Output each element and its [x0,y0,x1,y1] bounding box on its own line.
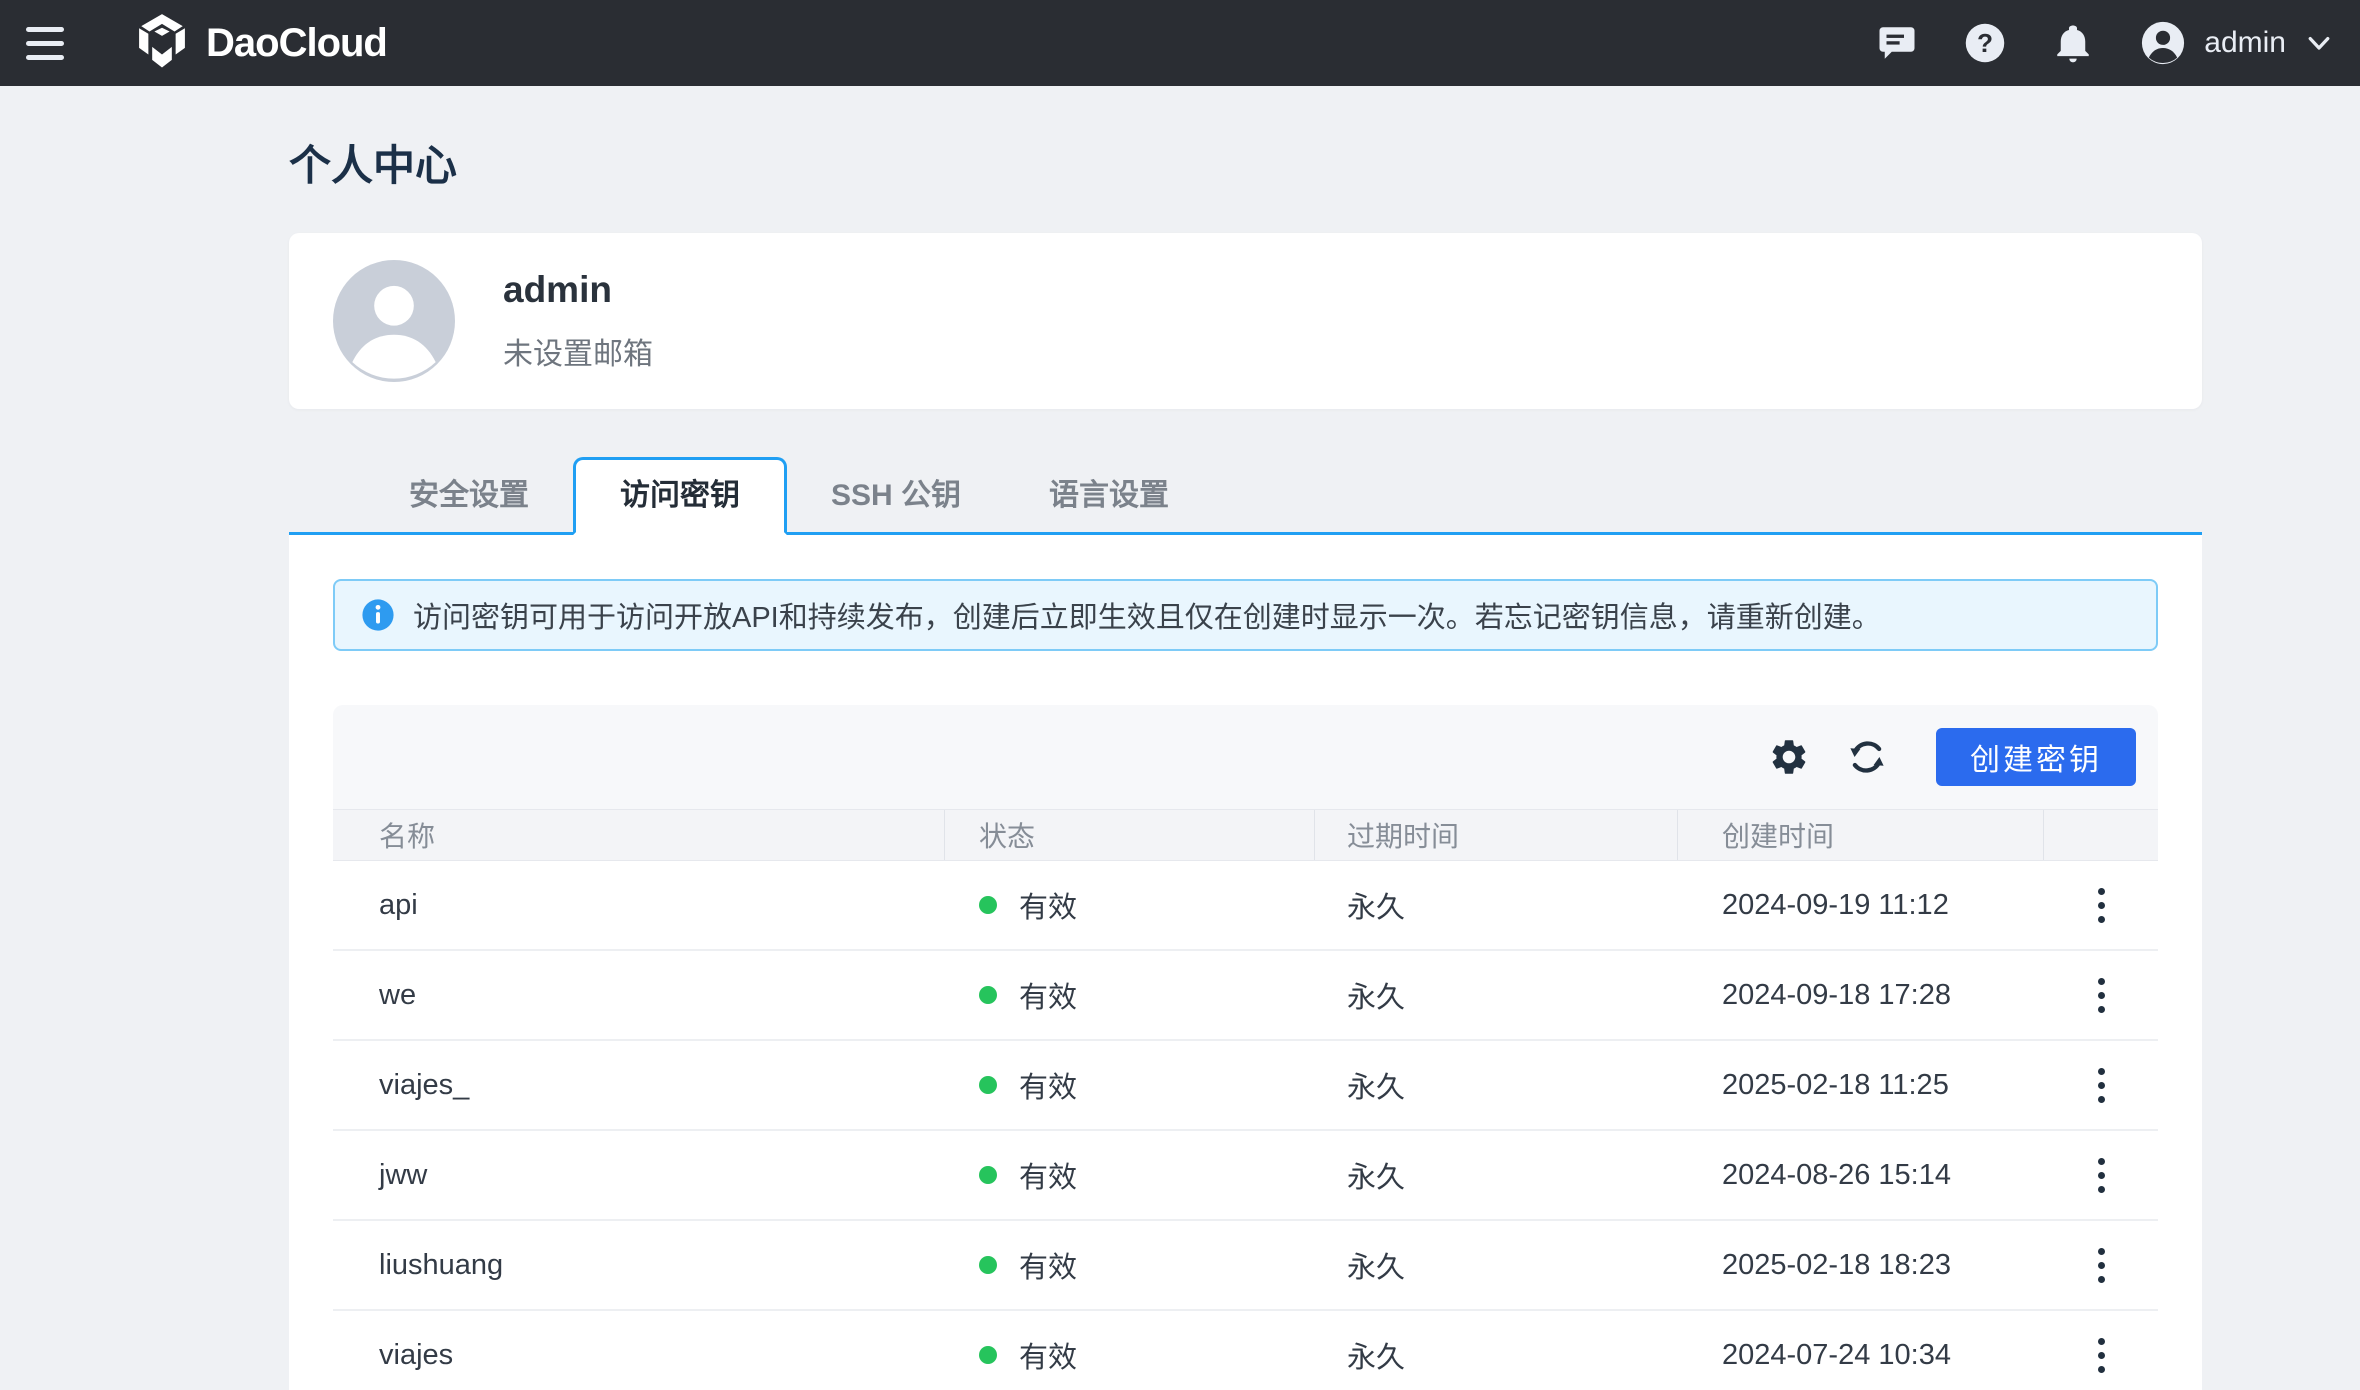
gear-icon [1772,740,1806,774]
key-name-cell: we [379,978,417,1011]
profile-email-status: 未设置邮箱 [503,338,653,371]
key-status-cell: 有效 [945,1244,1315,1286]
key-expiry-cell: 永久 [1347,1162,1406,1194]
main-content: 个人中心 admin 未设置邮箱 安全设置 访问密钥 SSH 公钥 语言设置 访问密钥… [289,132,2202,1390]
tab-security-settings[interactable]: 安全设置 [365,460,573,532]
key-expiry-cell: 永久 [1347,1252,1406,1284]
info-icon [362,599,394,631]
key-name-cell: liushuang [379,1248,504,1281]
user-name: admin [2204,26,2286,59]
profile-username: admin [503,269,612,310]
key-expiry-cell: 永久 [1347,892,1406,924]
status-dot-valid [979,1346,997,1364]
tab-access-keys[interactable]: 访问密钥 [573,457,787,535]
table-row: we 有效 永久 2024-09-18 17:28 [333,951,2158,1041]
table-body: api 有效 永久 2024-09-19 11:12 we 有效 永久 2024… [333,861,2158,1390]
column-header-created: 创建时间 [1678,810,2044,860]
help-icon: ? [1966,23,2005,63]
access-key-table: 创建密钥 名称 状态 过期时间 创建时间 api 有效 永久 2024-09-1… [333,705,2158,1390]
row-actions-kebab-button[interactable] [2088,968,2115,1023]
help-button[interactable]: ? [1964,22,2006,64]
key-name-cell: api [379,888,418,921]
table-row: api 有效 永久 2024-09-19 11:12 [333,861,2158,951]
settings-tabs: 安全设置 访问密钥 SSH 公钥 语言设置 [289,457,2202,535]
key-actions-cell [2044,968,2158,1023]
tab-panel-access-keys: 访问密钥可用于访问开放API和持续发布，创建后立即生效且仅在创建时显示一次。若忘… [289,535,2202,1390]
table-header: 名称 状态 过期时间 创建时间 [333,809,2158,861]
key-expiry-cell: 永久 [1347,982,1406,1014]
profile-avatar [333,260,455,382]
key-created-cell: 2024-07-24 10:34 [1722,1338,1951,1371]
row-actions-kebab-button[interactable] [2088,1238,2115,1293]
key-name-cell: jww [379,1158,428,1191]
status-dot-valid [979,986,997,1004]
key-created-cell: 2025-02-18 18:23 [1722,1248,1951,1281]
bell-icon [2057,25,2090,63]
table-row: viajes 有效 永久 2024-07-24 10:34 [333,1311,2158,1390]
row-actions-kebab-button[interactable] [2088,1058,2115,1113]
key-actions-cell [2044,878,2158,933]
key-status-cell: 有效 [945,1064,1315,1106]
tab-language-settings[interactable]: 语言设置 [1005,460,1213,532]
topbar-actions: ? admin [1876,20,2334,66]
message-icon [1879,27,1915,59]
column-header-actions [2044,810,2158,860]
table-toolbar: 创建密钥 [333,705,2158,809]
key-name-cell: viajes_ [379,1068,470,1101]
hamburger-icon [26,26,64,32]
message-button[interactable] [1876,22,1918,64]
key-created-cell: 2024-09-19 11:12 [1722,888,1949,921]
brand[interactable]: DaoCloud [134,13,388,73]
table-row: liushuang 有效 永久 2025-02-18 18:23 [333,1221,2158,1311]
table-row: viajes_ 有效 永久 2025-02-18 11:25 [333,1041,2158,1131]
column-header-status: 状态 [945,810,1315,860]
status-dot-valid [979,1076,997,1094]
key-created-cell: 2025-02-18 11:25 [1722,1068,1949,1101]
page-title: 个人中心 [289,142,458,189]
daocloud-logo-icon [139,14,185,68]
column-header-expiry: 过期时间 [1315,810,1678,860]
info-banner-text: 访问密钥可用于访问开放API和持续发布，创建后立即生效且仅在创建时显示一次。若忘… [413,602,1881,634]
profile-card: admin 未设置邮箱 [289,233,2202,409]
status-dot-valid [979,1166,997,1184]
row-actions-kebab-button[interactable] [2088,1148,2115,1203]
chevron-down-icon [2308,37,2330,50]
key-name-cell: viajes [379,1338,454,1371]
info-banner: 访问密钥可用于访问开放API和持续发布，创建后立即生效且仅在创建时显示一次。若忘… [333,579,2158,651]
key-status-cell: 有效 [945,974,1315,1016]
brand-name: DaoCloud [206,20,388,65]
column-header-name: 名称 [333,810,945,860]
status-dot-valid [979,1256,997,1274]
refresh-icon [1850,741,1884,773]
user-avatar-icon [2142,21,2185,65]
tab-ssh-keys[interactable]: SSH 公钥 [787,460,1005,532]
table-settings-button[interactable] [1768,736,1810,778]
refresh-button[interactable] [1846,736,1888,778]
key-status-cell: 有效 [945,1334,1315,1376]
profile-info: admin 未设置邮箱 [503,269,653,373]
key-expiry-cell: 永久 [1347,1342,1406,1374]
notifications-button[interactable] [2052,22,2094,64]
key-actions-cell [2044,1328,2158,1383]
menu-toggle-button[interactable] [22,13,82,73]
status-dot-valid [979,896,997,914]
svg-text:?: ? [1977,28,1993,58]
key-status-cell: 有效 [945,884,1315,926]
row-actions-kebab-button[interactable] [2088,1328,2115,1383]
topbar: DaoCloud ? admin [0,0,2360,86]
key-actions-cell [2044,1148,2158,1203]
key-expiry-cell: 永久 [1347,1072,1406,1104]
key-actions-cell [2044,1238,2158,1293]
user-menu[interactable]: admin [2140,20,2334,66]
key-status-cell: 有效 [945,1154,1315,1196]
create-key-button[interactable]: 创建密钥 [1936,728,2136,786]
key-created-cell: 2024-09-18 17:28 [1722,978,1951,1011]
table-row: jww 有效 永久 2024-08-26 15:14 [333,1131,2158,1221]
row-actions-kebab-button[interactable] [2088,878,2115,933]
key-created-cell: 2024-08-26 15:14 [1722,1158,1951,1191]
key-actions-cell [2044,1058,2158,1113]
